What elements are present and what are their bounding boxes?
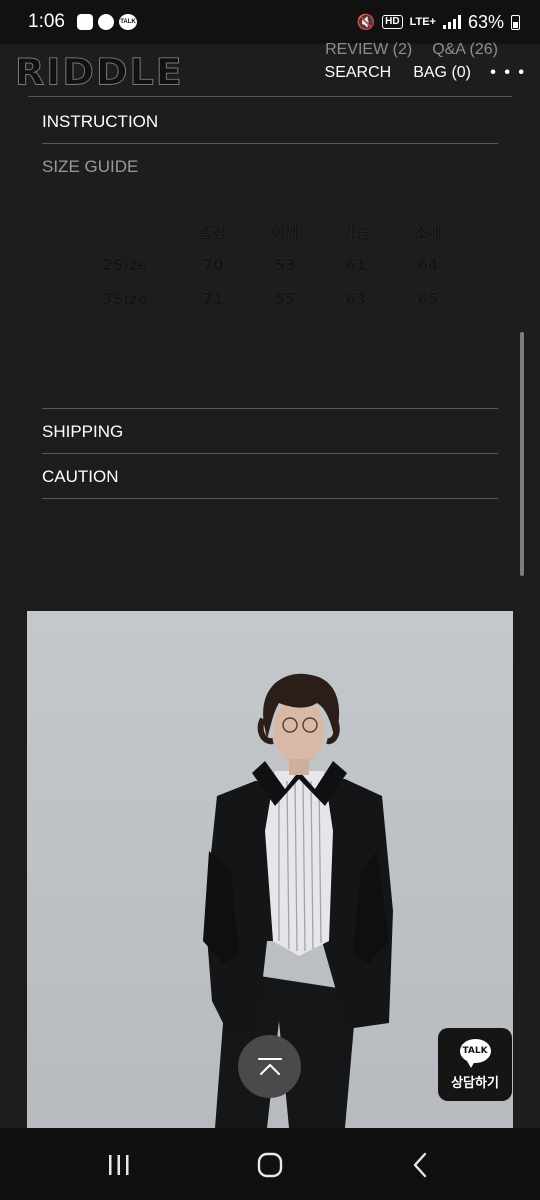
accordion-caution[interactable]: CAUTION bbox=[42, 467, 498, 487]
table-header: 소매 bbox=[414, 224, 442, 242]
divider bbox=[42, 453, 498, 454]
accordion-shipping[interactable]: SHIPPING bbox=[42, 422, 498, 442]
status-time: 1:06 bbox=[28, 11, 65, 32]
table-cell: 53 bbox=[274, 256, 296, 274]
more-dots-icon[interactable]: • • • bbox=[490, 64, 526, 82]
table-header-row: 총장 어깨 가슴 소매 bbox=[86, 222, 466, 256]
search-link[interactable]: SEARCH bbox=[325, 64, 392, 82]
table-cell: 63 bbox=[345, 290, 367, 308]
header-divider bbox=[28, 96, 512, 97]
recents-icon[interactable] bbox=[104, 1150, 134, 1180]
signal-icon bbox=[442, 15, 461, 29]
chevron-up-icon bbox=[257, 1057, 282, 1075]
divider bbox=[42, 408, 498, 409]
kakao-talk-consult-button[interactable]: TALK 상담하기 bbox=[438, 1028, 512, 1101]
accordion-size-guide[interactable]: SIZE GUIDE bbox=[42, 157, 498, 177]
table-cell: 64 bbox=[417, 256, 439, 274]
table-cell: 70 bbox=[202, 256, 224, 274]
system-indicators: 🔇 HD LTE+ 63% bbox=[356, 12, 520, 33]
table-header: 어깨 bbox=[271, 224, 299, 242]
site-header: RIDDLE REVIEW (2) Q&A (26) SEARCH BAG (0… bbox=[0, 41, 540, 100]
review-link[interactable]: REVIEW (2) bbox=[325, 41, 412, 59]
scrollbar-thumb[interactable] bbox=[520, 332, 524, 576]
size-label: 3Size bbox=[102, 290, 148, 308]
qa-link[interactable]: Q&A (26) bbox=[432, 41, 498, 59]
talk-bubble-icon: TALK bbox=[459, 1038, 491, 1068]
bag-link[interactable]: BAG (0) bbox=[413, 64, 471, 82]
table-row: 2Size 70 53 61 64 bbox=[86, 256, 466, 290]
table-header: 총장 bbox=[199, 224, 227, 242]
table-row: 3Size 71 55 63 65 bbox=[86, 290, 466, 324]
network-label: LTE+ bbox=[409, 16, 436, 28]
hd-badge: HD bbox=[382, 15, 403, 29]
size-label: 2Size bbox=[102, 256, 148, 274]
table-cell: 71 bbox=[202, 290, 224, 308]
status-bar: 1:06 TALK 🔇 HD LTE+ 63% bbox=[0, 0, 540, 44]
gallery-icon bbox=[76, 14, 93, 30]
battery-percent: 63% bbox=[467, 11, 504, 32]
chat-bubble-icon bbox=[97, 14, 114, 30]
divider bbox=[42, 498, 498, 499]
back-icon[interactable] bbox=[406, 1150, 436, 1180]
vibrate-mute-icon: 🔇 bbox=[356, 14, 376, 31]
table-cell: 61 bbox=[345, 256, 367, 274]
home-icon[interactable] bbox=[255, 1150, 285, 1180]
table-cell: 55 bbox=[274, 290, 296, 308]
accordion-instruction[interactable]: INSTRUCTION bbox=[42, 112, 498, 132]
scroll-to-top-button[interactable] bbox=[238, 1035, 301, 1098]
divider bbox=[42, 143, 498, 144]
talk-label: 상담하기 bbox=[451, 1075, 499, 1091]
table-header: 가슴 bbox=[342, 224, 370, 242]
size-guide-table: 총장 어깨 가슴 소매 2Size 70 53 61 64 3Size 71 5… bbox=[86, 222, 466, 324]
kakaotalk-icon: TALK bbox=[118, 14, 137, 30]
header-links-primary: SEARCH BAG (0) bbox=[325, 64, 471, 82]
battery-icon bbox=[511, 14, 520, 30]
system-nav-bar bbox=[0, 1128, 540, 1200]
brand-logo[interactable]: RIDDLE bbox=[15, 51, 184, 94]
notification-icons: TALK bbox=[76, 14, 137, 30]
table-cell: 65 bbox=[417, 290, 439, 308]
header-links-secondary: REVIEW (2) Q&A (26) bbox=[325, 41, 498, 59]
